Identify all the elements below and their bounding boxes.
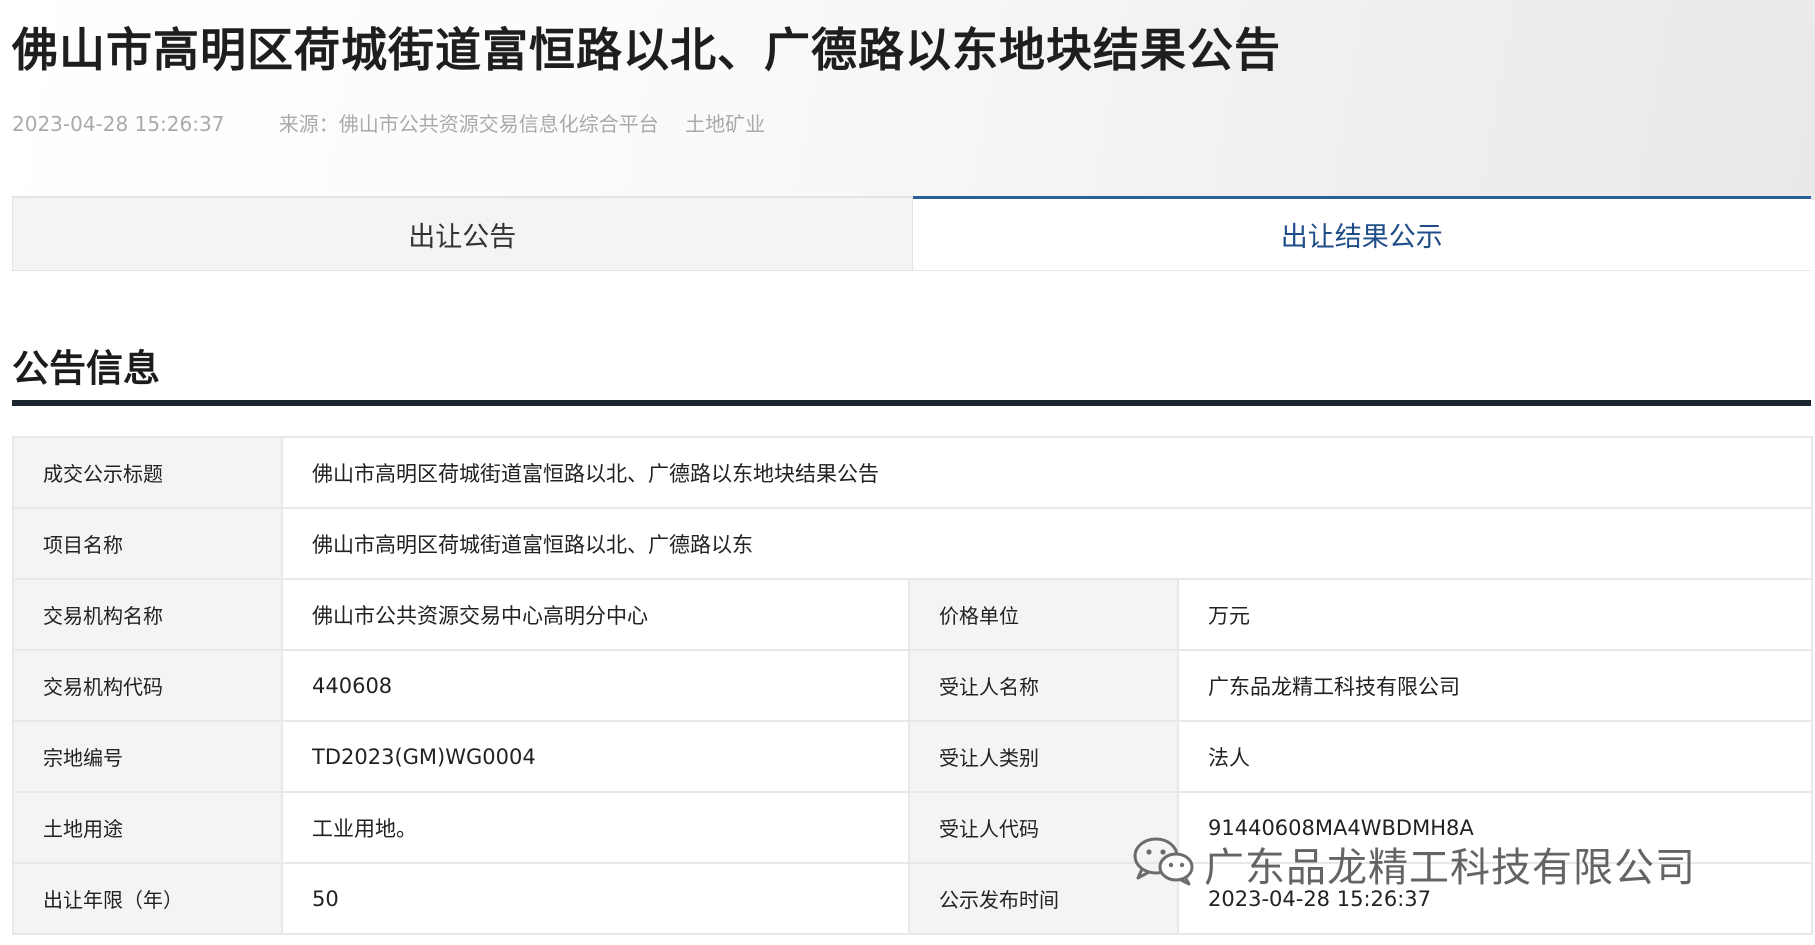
row-value: 佛山市公共资源交易中心高明分中心 <box>281 578 910 651</box>
row-value: 广东品龙精工科技有限公司 <box>1176 649 1814 722</box>
row-value: 2023-04-28 15:26:37 <box>1176 862 1814 935</box>
meta-line: 2023-04-28 15:26:37 来源：佛山市公共资源交易信息化综合平台 … <box>12 108 765 137</box>
table-row: 交易机构名称 佛山市公共资源交易中心高明分中心 价格单位 万元 <box>12 578 1814 651</box>
tab-transfer-notice[interactable]: 出让公告 <box>12 196 913 271</box>
row-label: 出让年限（年） <box>12 862 283 935</box>
row-value: 佛山市高明区荷城街道富恒路以北、广德路以东地块结果公告 <box>280 436 1814 509</box>
row-value: 佛山市高明区荷城街道富恒路以北、广德路以东 <box>280 507 1814 580</box>
table-row: 项目名称 佛山市高明区荷城街道富恒路以北、广德路以东 <box>12 507 1814 580</box>
tab-transfer-result[interactable]: 出让结果公示 <box>912 196 1811 271</box>
row-value: 法人 <box>1176 720 1814 793</box>
row-value: 91440608MA4WBDMH8A <box>1176 791 1814 864</box>
table-row: 成交公示标题 佛山市高明区荷城街道富恒路以北、广德路以东地块结果公告 <box>12 436 1814 509</box>
table-row: 土地用途 工业用地。 受让人代码 91440608MA4WBDMH8A <box>12 791 1814 864</box>
row-value: 万元 <box>1176 578 1814 651</box>
row-label: 公示发布时间 <box>908 862 1179 935</box>
category-label: 土地矿业 <box>685 112 766 136</box>
row-label: 受让人类别 <box>908 720 1179 793</box>
row-value: 50 <box>281 862 910 935</box>
table-row: 交易机构代码 440608 受让人名称 广东品龙精工科技有限公司 <box>12 649 1814 722</box>
row-label: 宗地编号 <box>12 720 283 793</box>
row-value: 440608 <box>281 649 910 722</box>
source-label: 来源：佛山市公共资源交易信息化综合平台 <box>278 112 659 136</box>
row-label: 项目名称 <box>12 507 283 580</box>
publish-date: 2023-04-28 15:26:37 <box>12 112 225 136</box>
row-label: 交易机构名称 <box>12 578 283 651</box>
row-label: 受让人名称 <box>908 649 1179 722</box>
page-title: 佛山市高明区荷城街道富恒路以北、广德路以东地块结果公告 <box>12 23 1281 77</box>
tab-label: 出让公告 <box>408 221 517 253</box>
row-label: 成交公示标题 <box>12 436 283 509</box>
tab-label: 出让结果公示 <box>1280 222 1443 253</box>
section-title: 公告信息 <box>12 347 160 390</box>
row-value: TD2023(GM)WG0004 <box>281 720 910 793</box>
row-label: 价格单位 <box>908 578 1179 651</box>
section-divider <box>12 400 1811 406</box>
row-label: 土地用途 <box>12 791 283 864</box>
table-row: 出让年限（年） 50 公示发布时间 2023-04-28 15:26:37 <box>12 862 1814 935</box>
row-label: 交易机构代码 <box>12 649 283 722</box>
table-row: 宗地编号 TD2023(GM)WG0004 受让人类别 法人 <box>12 720 1814 793</box>
row-label: 受让人代码 <box>908 791 1179 864</box>
info-table: 成交公示标题 佛山市高明区荷城街道富恒路以北、广德路以东地块结果公告 项目名称 … <box>12 436 1814 935</box>
tab-bar: 出让公告 出让结果公示 <box>12 196 1811 271</box>
row-value: 工业用地。 <box>281 791 910 864</box>
